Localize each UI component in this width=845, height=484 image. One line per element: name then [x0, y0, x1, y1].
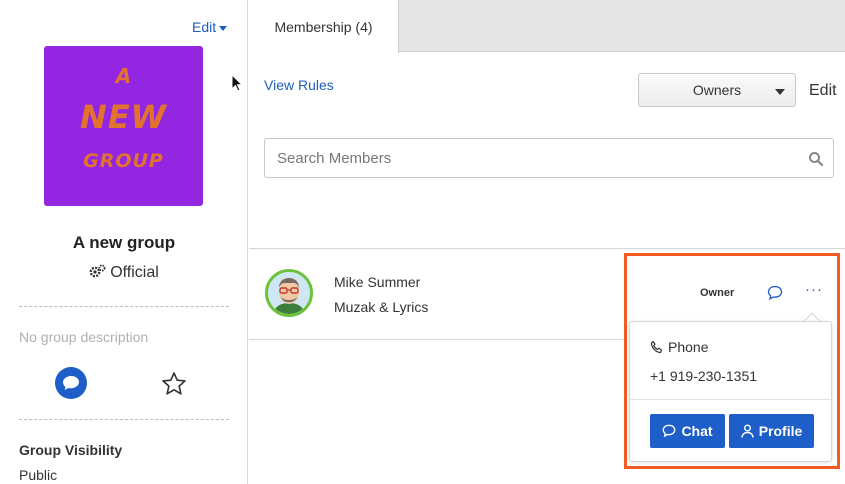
user-icon: [741, 424, 754, 438]
divider: [19, 419, 229, 420]
group-name: A new group: [72, 233, 176, 252]
visibility-label: Group Visibility: [19, 442, 123, 458]
phone-label-text: Phone: [668, 339, 709, 355]
profile-button[interactable]: Profile: [729, 414, 814, 448]
chat-icon: [63, 376, 79, 390]
divider: [249, 339, 625, 340]
chat-button-label: Chat: [681, 423, 713, 439]
group-description: No group description: [19, 329, 149, 345]
divider: [630, 399, 831, 400]
group-logo-line-1: A: [115, 64, 132, 88]
phone-number[interactable]: +1 919-230-1351: [650, 368, 757, 384]
group-edit-dropdown[interactable]: Edit: [192, 19, 228, 35]
caret-down-icon: [219, 25, 228, 31]
view-rules-link[interactable]: View Rules: [264, 77, 334, 93]
official-badge: Official: [0, 264, 248, 282]
caret-down-icon: [775, 89, 785, 95]
group-sidebar: Edit A NEW GROUP A new group Official No…: [0, 0, 248, 484]
chat-button[interactable]: Chat: [650, 414, 725, 448]
search-members-input[interactable]: [264, 138, 834, 178]
profile-button-label: Profile: [758, 423, 803, 439]
member-contact-popover: Phone +1 919-230-1351 Chat Profile: [629, 321, 832, 462]
visibility-value: Public: [19, 467, 58, 483]
member-filter-select[interactable]: Owners: [638, 73, 796, 107]
star-icon: [162, 372, 186, 395]
phone-icon: [650, 340, 663, 354]
favorite-star-button[interactable]: [160, 370, 188, 398]
cursor-icon: [231, 74, 243, 92]
group-logo-line-2: NEW: [80, 98, 167, 136]
group-logo-line-3: GROUP: [83, 150, 164, 172]
group-chat-button[interactable]: [55, 367, 87, 399]
phone-label: Phone: [650, 339, 708, 355]
group-image: A NEW GROUP: [44, 46, 203, 206]
official-label: Official: [110, 264, 159, 281]
gear-icon: [89, 264, 106, 278]
search-icon[interactable]: [808, 151, 824, 167]
membership-edit-button[interactable]: Edit: [809, 82, 837, 100]
member-organization: Muzak & Lyrics: [334, 299, 429, 315]
avatar-illustration: [268, 272, 310, 314]
divider: [19, 306, 229, 307]
member-name[interactable]: Mike Summer: [334, 274, 420, 290]
chat-icon: [663, 424, 676, 438]
group-edit-label: Edit: [192, 19, 217, 35]
member-filter-value: Owners: [692, 82, 742, 98]
avatar[interactable]: [265, 269, 313, 317]
tab-membership[interactable]: Membership (4): [249, 0, 399, 53]
